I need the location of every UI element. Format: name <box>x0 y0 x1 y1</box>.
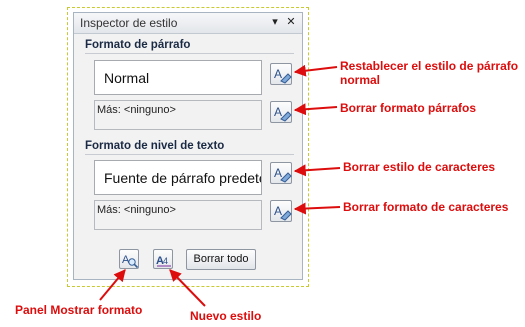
arrow-clear-character-style <box>293 164 341 177</box>
annotation-arrows <box>99 64 341 307</box>
arrow-clear-character-format <box>293 202 341 215</box>
arrow-clear-paragraph-format <box>293 103 338 116</box>
arrow-show-formatting-panel <box>99 269 126 301</box>
arrow-reset-paragraph <box>293 64 338 77</box>
arrow-new-style <box>169 269 206 307</box>
